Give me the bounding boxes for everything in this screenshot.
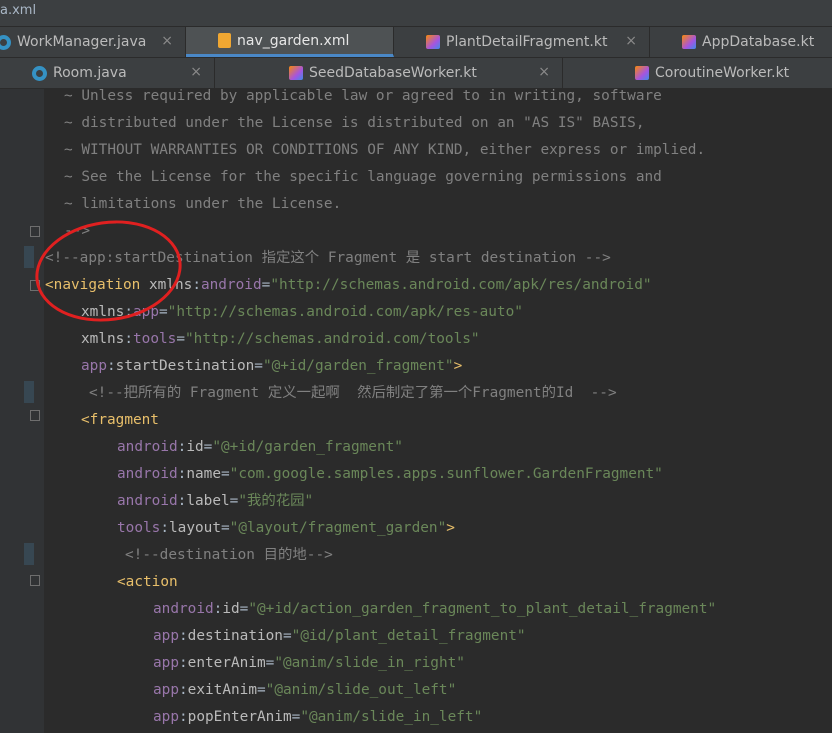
fold-marker-icon[interactable] (30, 410, 40, 421)
code-line: <!--destination 目的地--> (125, 547, 333, 563)
tab-label: CoroutineWorker.kt (655, 65, 790, 81)
code-line: app:popEnterAnim="@anim/slide_in_left" (153, 709, 483, 725)
java-class-icon (32, 65, 47, 81)
editor-title-strip: a.xml (0, 0, 832, 27)
tab-label: WorkManager.java (17, 34, 147, 50)
java-class-icon (0, 34, 11, 50)
close-icon[interactable]: × (190, 64, 202, 80)
kotlin-class-icon (426, 35, 440, 49)
close-icon[interactable]: × (625, 33, 637, 49)
code-line: android:name="com.google.samples.apps.su… (117, 466, 663, 482)
code-line: <navigation xmlns:android="http://schema… (45, 277, 652, 293)
code-line: xmlns:app="http://schemas.android.com/ap… (81, 304, 523, 320)
code-line: ~ distributed under the License is distr… (64, 115, 645, 131)
editor-tab-row-1: WorkManager.java × nav_garden.xml PlantD… (0, 27, 832, 58)
tab-label: SeedDatabaseWorker.kt (309, 65, 477, 81)
tab-appdatabase-kt[interactable]: AppDatabase.kt (650, 27, 832, 57)
code-line: <!--把所有的 Fragment 定义一起啊 然后制定了第一个Fragment… (89, 385, 617, 401)
close-icon[interactable]: × (161, 33, 173, 49)
code-line: ~ Unless required by applicable law or a… (64, 88, 662, 104)
code-line: --> (64, 223, 90, 239)
code-line: ~ limitations under the License. (64, 196, 342, 212)
code-line: app:enterAnim="@anim/slide_in_right" (153, 655, 465, 671)
tab-label: nav_garden.xml (237, 32, 350, 49)
current-file-label: a.xml (0, 3, 37, 18)
change-marker (24, 381, 34, 403)
code-line: ~ WITHOUT WARRANTIES OR CONDITIONS OF AN… (64, 142, 706, 158)
fold-marker-icon[interactable] (30, 280, 40, 291)
code-line: android:label="我的花园" (117, 493, 314, 509)
change-marker (24, 246, 34, 268)
code-line: <fragment (81, 412, 159, 428)
fold-marker-icon[interactable] (30, 575, 40, 586)
code-line: app:exitAnim="@anim/slide_out_left" (153, 682, 457, 698)
code-line: android:id="@+id/garden_fragment" (117, 439, 403, 455)
code-line: app:destination="@id/plant_detail_fragme… (153, 628, 526, 644)
kotlin-class-icon (635, 66, 649, 80)
tab-workmanager-java[interactable]: WorkManager.java × (0, 27, 186, 57)
tab-label: Room.java (53, 65, 127, 81)
code-line: android:id="@+id/action_garden_fragment_… (153, 601, 717, 617)
kotlin-class-icon (682, 35, 696, 49)
code-line: ~ See the License for the specific langu… (64, 169, 662, 185)
tab-label: AppDatabase.kt (702, 34, 815, 50)
code-line: <!--app:startDestination 指定这个 Fragment 是… (45, 250, 611, 266)
kotlin-class-icon (289, 66, 303, 80)
code-line: tools:layout="@layout/fragment_garden"> (117, 520, 455, 536)
xml-file-icon (218, 33, 231, 48)
tab-nav-garden-xml[interactable]: nav_garden.xml (186, 27, 394, 57)
code-line: xmlns:tools="http://schemas.android.com/… (81, 331, 480, 347)
tab-plantdetailfragment-kt[interactable]: PlantDetailFragment.kt × (394, 27, 650, 57)
code-line: <action (117, 574, 178, 590)
code-editor[interactable]: ~ Unless required by applicable law or a… (45, 88, 832, 733)
tab-label: PlantDetailFragment.kt (446, 34, 608, 50)
code-line: app:startDestination="@+id/garden_fragme… (81, 358, 463, 374)
fold-marker-icon[interactable] (30, 226, 40, 237)
change-marker (24, 543, 34, 565)
close-icon[interactable]: × (538, 64, 550, 80)
